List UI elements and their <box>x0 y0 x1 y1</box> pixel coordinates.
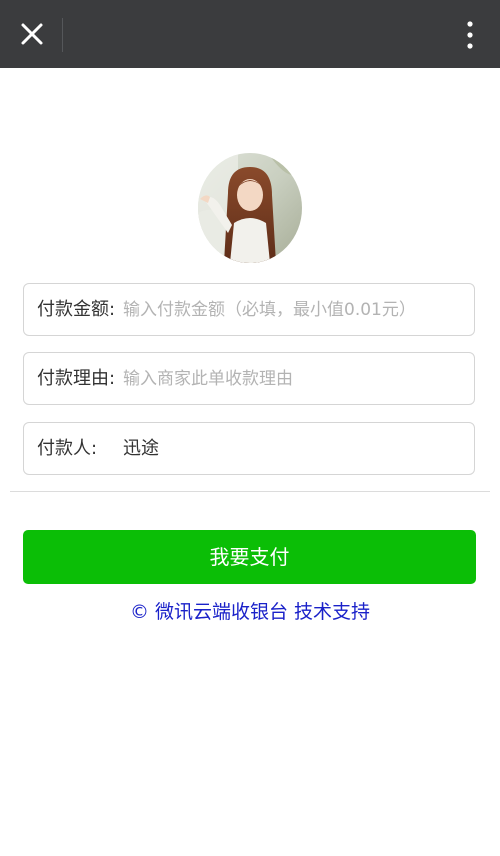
amount-field: 付款金额: <box>23 283 475 336</box>
amount-input[interactable] <box>123 292 463 327</box>
topbar-divider <box>62 18 63 52</box>
reason-field: 付款理由: <box>23 352 475 405</box>
tech-support-link[interactable]: © 微讯云端收银台 技术支持 <box>0 598 500 626</box>
top-navigation-bar <box>0 0 500 68</box>
payee-value: 迅途 <box>123 438 159 459</box>
reason-label: 付款理由: <box>37 368 116 389</box>
payee-label: 付款人: <box>37 438 98 459</box>
amount-label: 付款金额: <box>37 299 116 320</box>
more-vertical-icon <box>467 21 473 49</box>
profile-photo <box>198 153 302 263</box>
more-options-button[interactable] <box>452 16 488 52</box>
merchant-avatar <box>198 153 302 263</box>
pay-button[interactable]: 我要支付 <box>23 530 476 584</box>
close-icon <box>21 23 43 45</box>
close-button[interactable] <box>14 16 50 52</box>
payee-field: 付款人: 迅途 <box>23 422 475 475</box>
section-divider <box>10 491 490 492</box>
reason-input[interactable] <box>123 361 463 396</box>
